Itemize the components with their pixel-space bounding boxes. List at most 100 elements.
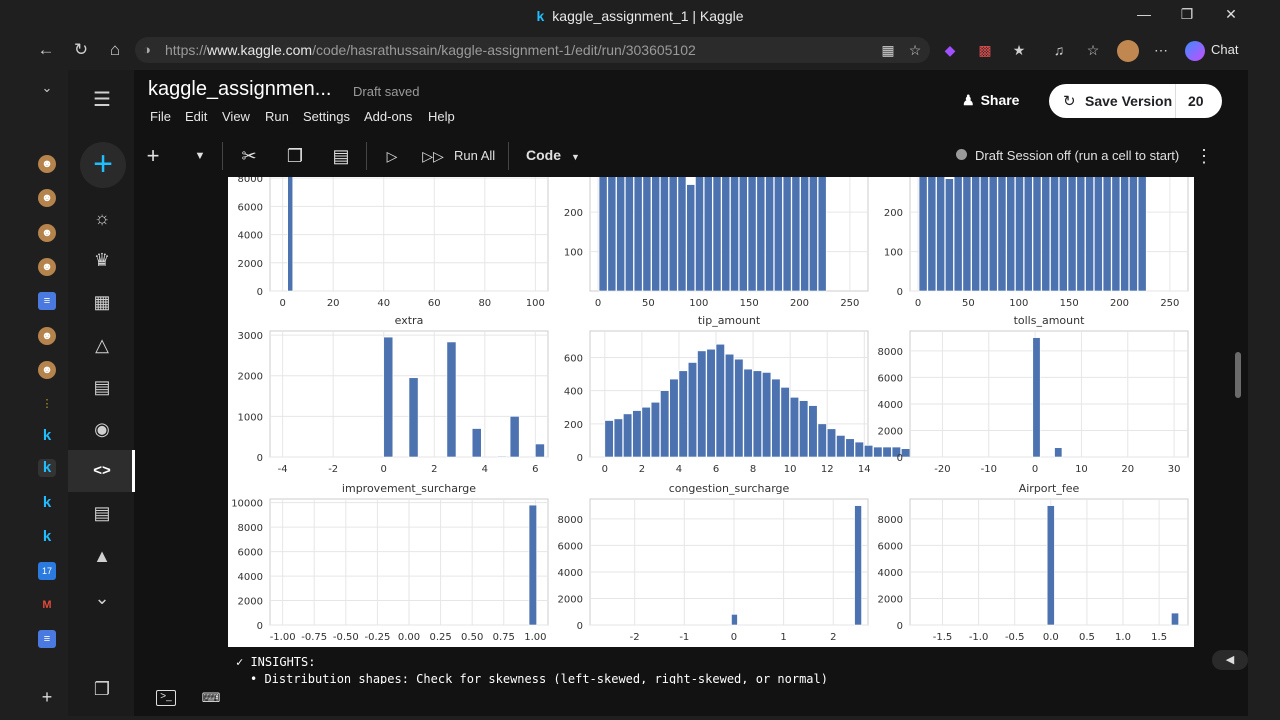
minimize-button[interactable]: — [1133, 6, 1155, 26]
close-window-button[interactable]: ✕ [1220, 6, 1242, 26]
discussion-icon[interactable]: ▤ [90, 501, 114, 525]
run-all-icon[interactable]: ▷▷ [421, 145, 445, 167]
x-tick-label: 4 [482, 464, 488, 475]
dots-tab-icon[interactable]: ⋮ [38, 395, 56, 413]
more-chevron-icon[interactable]: ⌄ [90, 586, 114, 610]
models-icon[interactable]: △ [90, 333, 114, 357]
url-text[interactable]: https://www.kaggle.com/code/hasrathussai… [165, 42, 696, 58]
tab-icon[interactable]: ☻ [38, 327, 56, 345]
cell-type-select[interactable]: Code ▼ [526, 147, 580, 163]
histogram-bar [687, 362, 698, 458]
session-status[interactable]: Draft Session off (run a cell to start) [975, 148, 1179, 163]
histogram-bar [971, 177, 981, 292]
add-cell-dropdown-icon[interactable]: ▼ [188, 145, 212, 167]
x-tick-label: 0 [279, 298, 285, 309]
table-icon[interactable]: ▦ [90, 290, 114, 314]
favorite-star-icon[interactable]: ☆ [905, 41, 925, 59]
tab-icon[interactable]: ☻ [38, 258, 56, 276]
bar-chart-icon[interactable]: ▤ [90, 375, 114, 399]
keyboard-icon[interactable]: ⌨ [200, 690, 222, 708]
histogram-bar [980, 177, 989, 292]
collapse-panel-button[interactable]: ◀ [1212, 650, 1248, 670]
console-icon[interactable]: >_ [156, 690, 176, 706]
extension-purple-icon[interactable]: ◆ [940, 41, 960, 59]
y-tick-label: 3000 [238, 331, 263, 342]
copy-cell-icon[interactable]: ❐ [283, 145, 307, 167]
site-info-icon[interactable]: ◑ [143, 42, 151, 57]
kaggle-tab-icon[interactable]: k [38, 427, 56, 445]
cut-icon[interactable]: ✂ [237, 145, 261, 167]
x-tick-label: 100 [1009, 298, 1028, 309]
menu-run[interactable]: Run [265, 109, 289, 124]
notebook-title[interactable]: kaggle_assignmen... [148, 78, 331, 101]
y-tick-label: 0 [897, 621, 903, 632]
new-tab-icon[interactable]: + [38, 688, 56, 706]
y-tick-label: 600 [564, 354, 583, 365]
histogram-bar [598, 177, 608, 292]
copilot-chat-button[interactable]: Chat [1185, 38, 1247, 62]
x-tick-label: -0.5 [1005, 632, 1025, 643]
refresh-icon[interactable]: ↻ [70, 40, 92, 60]
chevron-down-icon[interactable]: ⌄ [38, 79, 56, 97]
hamburger-menu-icon[interactable]: ☰ [90, 88, 114, 112]
histogram-bar [724, 353, 735, 458]
version-count[interactable]: 20 [1188, 93, 1204, 109]
histogram-bar [1023, 177, 1033, 292]
share-button[interactable]: ♟ Share [962, 92, 1019, 109]
menu-view[interactable]: View [222, 109, 250, 124]
doc-tab-icon[interactable]: ≡ [38, 292, 56, 310]
histogram-bar [1041, 177, 1051, 292]
y-tick-label: 0 [257, 287, 263, 298]
menu-add-ons[interactable]: Add-ons [364, 109, 412, 124]
x-tick-label: 20 [327, 298, 340, 309]
kaggle-tab-icon[interactable]: k [38, 528, 56, 546]
scrollbar-thumb[interactable] [1235, 352, 1241, 398]
learn-icon[interactable]: ▲ [90, 544, 114, 568]
create-button[interactable]: + [80, 142, 126, 188]
calendar-tab-icon[interactable]: 17 [38, 562, 56, 580]
run-all-button[interactable]: Run All [454, 148, 495, 163]
favorites-icon[interactable]: ☆ [1083, 41, 1103, 59]
save-version-button[interactable]: ↻ Save Version 20 [1049, 84, 1222, 118]
y-tick-label: 4000 [878, 568, 903, 579]
menu-settings[interactable]: Settings [303, 109, 350, 124]
extension-red-icon[interactable]: ▩ [975, 41, 995, 59]
back-icon[interactable]: ← [35, 40, 57, 60]
x-tick-label: 0.00 [398, 632, 420, 643]
profile-avatar[interactable] [1117, 40, 1139, 62]
run-cell-icon[interactable]: ▷ [380, 145, 404, 167]
code-icon[interactable]: <> [90, 459, 114, 483]
tab-icon[interactable]: ☻ [38, 224, 56, 242]
split-screen-icon[interactable]: ▦ [878, 41, 898, 59]
compass-icon[interactable]: ☼ [90, 206, 114, 230]
robot-icon[interactable]: ◉ [90, 417, 114, 441]
more-menu-icon[interactable]: ⋯ [1151, 41, 1171, 59]
session-status-dot [956, 149, 967, 160]
trophy-icon[interactable]: ♛ [90, 248, 114, 272]
histogram-bar [845, 438, 855, 458]
menu-file[interactable]: File [150, 109, 171, 124]
histogram-bar [1006, 177, 1016, 292]
more-options-icon[interactable]: ⋮ [1192, 145, 1216, 167]
divider [1175, 84, 1176, 118]
kaggle-tab-icon[interactable]: k [38, 494, 56, 512]
menu-help[interactable]: Help [428, 109, 455, 124]
tab-icon[interactable]: ☻ [38, 155, 56, 173]
restore-button[interactable]: ❐ [1176, 6, 1198, 26]
people-icon: ♟ [962, 92, 975, 108]
home-icon[interactable]: ⌂ [104, 40, 126, 60]
paste-icon[interactable]: ▤ [329, 145, 353, 167]
tab-icon[interactable]: ☻ [38, 189, 56, 207]
gmail-tab-icon[interactable]: M [38, 596, 56, 614]
y-tick-label: 2000 [878, 426, 903, 437]
tab-icon[interactable]: ☻ [38, 361, 56, 379]
performance-icon[interactable]: ♫ [1049, 41, 1069, 59]
copy-icon[interactable]: ❐ [90, 677, 114, 701]
doc-tab-icon[interactable]: ≡ [38, 630, 56, 648]
kaggle-tab-icon[interactable]: k [38, 459, 56, 477]
toolbar-divider [366, 142, 367, 170]
extensions-icon[interactable]: ★ [1009, 41, 1029, 59]
chart-title: extra [395, 314, 424, 327]
menu-edit[interactable]: Edit [185, 109, 207, 124]
add-cell-icon[interactable]: + [141, 145, 165, 167]
